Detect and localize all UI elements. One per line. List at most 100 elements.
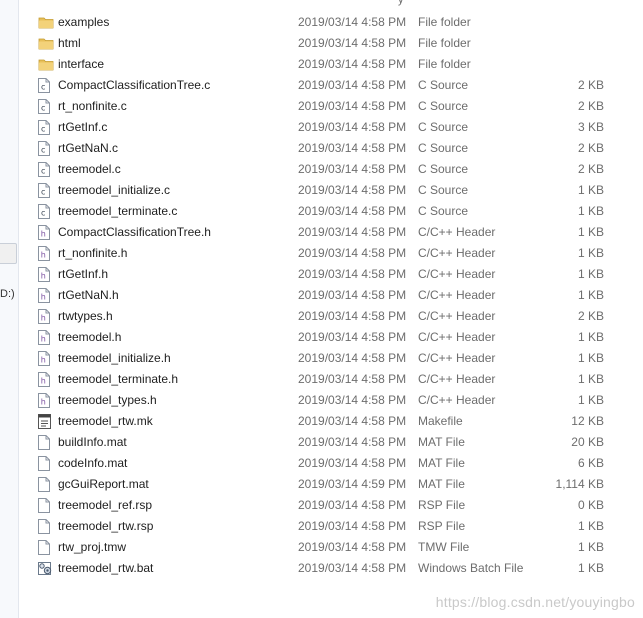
svg-text:h: h (41, 377, 46, 386)
file-name: rtGetNaN.c (58, 141, 119, 155)
file-row-treemodel-terminate-h[interactable]: h treemodel_terminate.h 2019/03/14 4:58 PM… (32, 369, 643, 390)
folder-icon (38, 36, 54, 51)
file-type: C/C++ Header (418, 372, 496, 386)
file-date-modified: 2019/03/14 4:58 PM (298, 561, 407, 575)
svg-text:h: h (41, 251, 46, 260)
header-file-icon: h (38, 225, 52, 240)
file-row-examples[interactable]: examples 2019/03/14 4:58 PM File folder (32, 12, 643, 33)
file-name: buildInfo.mat (58, 435, 127, 449)
svg-text:c: c (41, 167, 45, 176)
file-row-treemodel-rtw-mk[interactable]: treemodel_rtw.mk 2019/03/14 4:58 PM Makefi… (32, 411, 643, 432)
file-row-treemodel-c[interactable]: c treemodel.c 2019/03/14 4:58 PM C Source 2 … (32, 159, 643, 180)
file-row-treemodel-initialize-c[interactable]: c treemodel_initialize.c 2019/03/14 4:58 P… (32, 180, 643, 201)
svg-text:h: h (41, 272, 46, 281)
file-type: C Source (418, 99, 469, 113)
c-source-icon: c (38, 141, 52, 156)
header-file-icon: h (38, 351, 52, 366)
file-row-interface[interactable]: interface 2019/03/14 4:58 PM File folder (32, 54, 643, 75)
file-type: C/C++ Header (418, 351, 496, 365)
batch-file-icon (38, 561, 52, 576)
svg-text:c: c (41, 209, 45, 218)
file-name: treemodel_terminate.h (58, 372, 179, 386)
navigation-pane: D:) (0, 0, 19, 618)
file-row-treemodel-rtw-rsp[interactable]: treemodel_rtw.rsp 2019/03/14 4:58 PM RSP F… (32, 516, 643, 537)
file-row-rt-nonfinite-h[interactable]: h rt_nonfinite.h 2019/03/14 4:58 PM C/C++ H… (32, 243, 643, 264)
svg-text:c: c (41, 104, 45, 113)
file-name: examples (58, 15, 110, 29)
file-row-rtgetnan-c[interactable]: c rtGetNaN.c 2019/03/14 4:58 PM C Source 2 K… (32, 138, 643, 159)
file-size: 1 KB (577, 246, 604, 260)
file-row-codeinfo-mat[interactable]: codeInfo.mat 2019/03/14 4:58 PM MAT File 6 … (32, 453, 643, 474)
file-size: 3 KB (577, 120, 604, 134)
file-row-rtgetinf-c[interactable]: c rtGetInf.c 2019/03/14 4:58 PM C Source 3 K… (32, 117, 643, 138)
file-row-treemodel-types-h[interactable]: h treemodel_types.h 2019/03/14 4:58 PM C/C+… (32, 390, 643, 411)
file-type: Windows Batch File (418, 561, 524, 575)
file-row-compactclassificationtree-c[interactable]: c CompactClassificationTree.c 2019/03/14 4… (32, 75, 643, 96)
file-row-rt-nonfinite-c[interactable]: c rt_nonfinite.c 2019/03/14 4:58 PM C Sourc… (32, 96, 643, 117)
file-date-modified: 2019/03/14 4:58 PM (298, 204, 407, 218)
file-type: C Source (418, 183, 469, 197)
svg-text:h: h (41, 314, 46, 323)
file-row-buildinfo-mat[interactable]: buildInfo.mat 2019/03/14 4:58 PM MAT File 2… (32, 432, 643, 453)
file-type: C/C++ Header (418, 393, 496, 407)
watermark: https://blog.csdn.net/youyingbo (435, 594, 635, 610)
file-size: 1 KB (577, 540, 604, 554)
svg-text:c: c (41, 188, 45, 197)
file-name: rt_nonfinite.h (58, 246, 128, 260)
file-type: C Source (418, 162, 469, 176)
file-date-modified: 2019/03/14 4:59 PM (298, 477, 407, 491)
file-size: 2 KB (577, 162, 604, 176)
file-type: Makefile (418, 414, 463, 428)
file-size: 1 KB (577, 330, 604, 344)
file-name: treemodel_ref.rsp (58, 498, 153, 512)
file-size: 2 KB (577, 78, 604, 92)
svg-text:c: c (41, 146, 45, 155)
file-date-modified: 2019/03/14 4:58 PM (298, 162, 407, 176)
file-type: TMW File (418, 540, 470, 554)
file-size: 1 KB (577, 519, 604, 533)
file-type: C Source (418, 78, 469, 92)
header-file-icon: h (38, 372, 52, 387)
file-row-gcguireport-mat[interactable]: gcGuiReport.mat 2019/03/14 4:59 PM MAT Fil… (32, 474, 643, 495)
file-row-treemodel-h[interactable]: h treemodel.h 2019/03/14 4:58 PM C/C++ Head… (32, 327, 643, 348)
svg-text:h: h (41, 335, 46, 344)
blank-file-icon (38, 540, 52, 555)
file-size: 2 KB (577, 141, 604, 155)
file-date-modified: 2019/03/14 4:58 PM (298, 15, 407, 29)
file-date-modified: 2019/03/14 4:58 PM (298, 456, 407, 470)
file-size: 20 KB (571, 435, 604, 449)
file-row-compactclassificationtree-h[interactable]: h CompactClassificationTree.h 2019/03/14 4… (32, 222, 643, 243)
file-row-treemodel-terminate-c[interactable]: c treemodel_terminate.c 2019/03/14 4:58 PM… (32, 201, 643, 222)
file-date-modified: 2019/03/14 4:58 PM (298, 372, 407, 386)
file-date-modified: 2019/03/14 4:58 PM (298, 435, 407, 449)
file-date-modified: 2019/03/14 4:58 PM (298, 57, 407, 71)
file-type: C/C++ Header (418, 330, 496, 344)
file-size: 6 KB (577, 456, 604, 470)
header-file-icon: h (38, 330, 52, 345)
file-row-rtw-proj-tmw[interactable]: rtw_proj.tmw 2019/03/14 4:58 PM TMW File 1 … (32, 537, 643, 558)
file-row-html[interactable]: html 2019/03/14 4:58 PM File folder (32, 33, 643, 54)
file-date-modified: 2019/03/14 4:58 PM (298, 330, 407, 344)
file-row-treemodel-initialize-h[interactable]: h treemodel_initialize.h 2019/03/14 4:58 P… (32, 348, 643, 369)
file-row-rtgetnan-h[interactable]: h rtGetNaN.h 2019/03/14 4:58 PM C/C++ Heade… (32, 285, 643, 306)
header-file-icon: h (38, 246, 52, 261)
file-row-treemodel-rtw-bat[interactable]: treemodel_rtw.bat 2019/03/14 4:58 PM Windo… (32, 558, 643, 579)
file-date-modified: 2019/03/14 4:58 PM (298, 141, 407, 155)
file-size: 0 KB (577, 498, 604, 512)
file-row-rtgetinf-h[interactable]: h rtGetInf.h 2019/03/14 4:58 PM C/C++ Heade… (32, 264, 643, 285)
blank-file-icon (38, 477, 52, 492)
file-row-rtwtypes-h[interactable]: h rtwtypes.h 2019/03/14 4:58 PM C/C++ Heade… (32, 306, 643, 327)
file-type: C/C++ Header (418, 267, 496, 281)
file-row-treemodel-ref-rsp[interactable]: treemodel_ref.rsp 2019/03/14 4:58 PM RSP F… (32, 495, 643, 516)
file-date-modified: 2019/03/14 4:58 PM (298, 120, 407, 134)
file-type: C Source (418, 204, 469, 218)
file-type: C/C++ Header (418, 246, 496, 260)
file-type: File folder (418, 57, 471, 71)
file-name: treemodel.h (58, 330, 122, 344)
file-size: 1 KB (577, 288, 604, 302)
svg-text:h: h (41, 398, 46, 407)
file-date-modified: 2019/03/14 4:58 PM (298, 36, 407, 50)
nav-pane-item[interactable] (0, 243, 17, 264)
svg-text:h: h (41, 230, 46, 239)
file-name: rtwtypes.h (58, 309, 113, 323)
